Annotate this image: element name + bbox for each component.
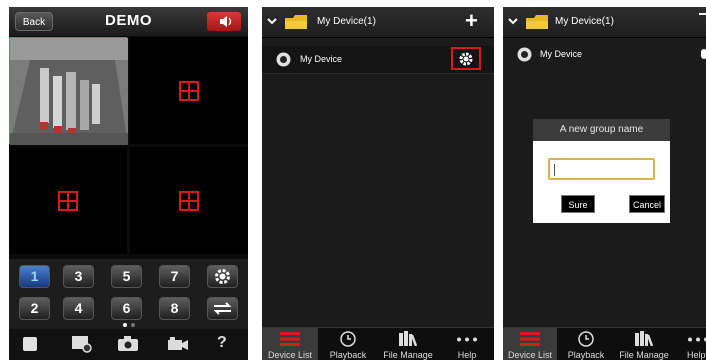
folders-icon xyxy=(399,331,417,346)
channel-key-2[interactable]: 2 xyxy=(19,297,50,320)
video-camera-icon[interactable] xyxy=(167,336,189,352)
video-channel-4[interactable] xyxy=(130,147,248,254)
speaker-icon xyxy=(220,16,232,27)
device-row[interactable]: My Device xyxy=(503,41,706,68)
channel-key-6[interactable]: 6 xyxy=(111,297,142,320)
channel-key-3[interactable]: 3 xyxy=(63,265,94,288)
tab-label: Playback xyxy=(567,350,605,360)
tab-label: Help xyxy=(457,350,477,360)
list-icon xyxy=(520,332,540,346)
clock-icon xyxy=(578,331,594,347)
tab-file-manage[interactable]: File Manage xyxy=(615,328,673,360)
device-list-screen: My Device(1) + My Device Device List Pla… xyxy=(262,7,494,360)
device-name: My Device xyxy=(300,54,343,64)
tab-device-list[interactable]: Device List xyxy=(262,328,318,360)
video-channel-2[interactable] xyxy=(130,37,248,144)
folder-icon xyxy=(526,15,548,29)
list-icon xyxy=(280,332,300,346)
settings-button[interactable] xyxy=(207,265,238,288)
add-device-button[interactable]: + xyxy=(465,10,478,32)
camera-feed-image xyxy=(10,38,128,145)
bottom-toolbar: ? xyxy=(9,329,248,360)
device-group-header[interactable]: My Device(1) xyxy=(503,7,706,38)
tab-playback[interactable]: Playback xyxy=(559,328,613,360)
page-dot xyxy=(131,323,135,327)
tab-device-list[interactable]: Device List xyxy=(503,328,557,360)
live-view-screen: DEMO Back 1 3 5 7 2 4 6 8 ? xyxy=(9,7,248,360)
channel-key-7[interactable]: 7 xyxy=(159,265,190,288)
device-name: My Device xyxy=(540,49,583,59)
new-group-screen: My Device(1) My Device A new group name … xyxy=(503,7,706,360)
new-group-dialog: A new group name Sure Cancel xyxy=(533,119,670,223)
tab-label: File Manage xyxy=(383,350,433,360)
channel-key-1[interactable]: 1 xyxy=(19,265,50,288)
tab-label: Playback xyxy=(329,350,367,360)
device-group-header[interactable]: My Device(1) + xyxy=(262,7,494,38)
dialog-title: A new group name xyxy=(533,119,670,141)
gear-icon[interactable] xyxy=(701,49,706,59)
tab-help[interactable]: Help xyxy=(675,328,706,360)
group-name: My Device(1) xyxy=(317,16,376,27)
clock-icon xyxy=(340,331,356,347)
channel-key-8[interactable]: 8 xyxy=(159,297,190,320)
speaker-button[interactable] xyxy=(207,12,241,31)
add-channel-icon xyxy=(179,190,199,211)
video-channel-1[interactable] xyxy=(9,37,128,145)
channel-keypad: 1 3 5 7 2 4 6 8 xyxy=(9,259,248,329)
add-channel-icon xyxy=(179,80,199,101)
more-dots-icon xyxy=(688,337,706,342)
gear-icon xyxy=(459,52,473,66)
device-row[interactable]: My Device xyxy=(262,46,494,74)
device-camera-icon xyxy=(517,47,532,62)
top-bar: DEMO Back xyxy=(9,7,248,36)
tab-label: Device List xyxy=(507,350,552,360)
add-channel-icon xyxy=(58,190,78,211)
chevron-down-icon xyxy=(508,18,518,25)
help-icon[interactable]: ? xyxy=(217,334,227,352)
device-camera-icon xyxy=(276,52,291,67)
swap-button[interactable] xyxy=(207,297,238,320)
bottom-tab-bar: Device List Playback File Manage Help xyxy=(503,327,706,360)
channel-key-5[interactable]: 5 xyxy=(111,265,142,288)
camera-icon[interactable] xyxy=(117,336,139,352)
swap-arrows-icon xyxy=(213,302,232,315)
add-device-button[interactable] xyxy=(699,13,706,15)
back-button[interactable]: Back xyxy=(15,12,53,31)
folder-icon xyxy=(285,15,307,29)
device-settings-button[interactable] xyxy=(451,47,481,70)
group-name-input[interactable] xyxy=(548,158,655,180)
more-dots-icon xyxy=(457,337,477,342)
tab-help[interactable]: Help xyxy=(440,328,494,360)
record-icon[interactable] xyxy=(71,335,93,353)
stop-icon[interactable] xyxy=(23,337,37,351)
tab-file-manage[interactable]: File Manage xyxy=(378,328,438,360)
sure-button[interactable]: Sure xyxy=(561,195,595,213)
tab-label: File Manage xyxy=(619,350,669,360)
tab-label: Device List xyxy=(267,350,312,360)
gear-icon xyxy=(215,269,230,284)
group-name: My Device(1) xyxy=(555,16,614,27)
text-cursor xyxy=(554,164,555,176)
tab-playback[interactable]: Playback xyxy=(320,328,376,360)
tab-label: Help xyxy=(687,350,706,360)
page-dot-active xyxy=(123,323,127,327)
video-channel-3[interactable] xyxy=(9,147,127,254)
chevron-down-icon xyxy=(267,18,277,25)
cancel-button[interactable]: Cancel xyxy=(629,195,665,213)
folders-icon xyxy=(635,331,653,346)
bottom-tab-bar: Device List Playback File Manage Help xyxy=(262,327,494,360)
channel-key-4[interactable]: 4 xyxy=(63,297,94,320)
